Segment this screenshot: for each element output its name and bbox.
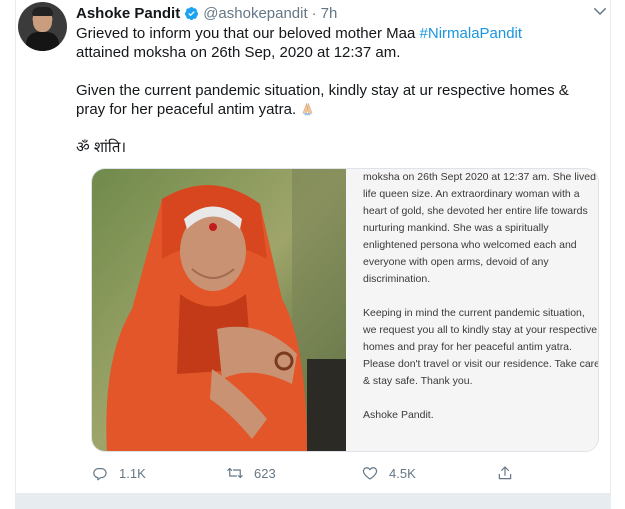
share-icon xyxy=(498,466,512,480)
author-handle[interactable]: @ashokepandit xyxy=(203,5,307,22)
chevron-down-icon[interactable] xyxy=(591,2,609,20)
tweet-timestamp[interactable]: 7h xyxy=(321,5,338,22)
avatar[interactable] xyxy=(18,2,67,51)
letter-signature: Ashoke Pandit. xyxy=(363,409,434,421)
share-button[interactable] xyxy=(496,462,524,484)
tweet-header: Ashoke Pandit @ashokepandit · 7h xyxy=(76,3,337,23)
letter-paragraph-2: Keeping in mind the current pandemic sit… xyxy=(363,307,599,387)
reply-button[interactable]: 1.1K xyxy=(91,462,146,484)
tweet-text-segment: Grieved to inform you that our beloved m… xyxy=(76,25,420,42)
timeline-divider xyxy=(15,493,611,509)
verified-badge-icon xyxy=(185,6,199,20)
reply-count: 1.1K xyxy=(119,465,146,481)
tweet-paragraph-3: ॐ शांति। xyxy=(76,139,127,156)
tweet-text: Grieved to inform you that our beloved m… xyxy=(76,24,596,157)
retweet-icon xyxy=(227,467,243,479)
hashtag-link[interactable]: #NirmalaPandit xyxy=(420,25,523,42)
tweet-text-segment: Given the current pandemic situation, ki… xyxy=(76,82,569,118)
tweet-paragraph-2: Given the current pandemic situation, ki… xyxy=(76,81,596,119)
like-button[interactable]: 4.5K xyxy=(361,462,416,484)
tweet-actions: 1.1K 623 4.5K xyxy=(91,462,521,484)
letter-paragraph-1: moksha on 26th Sept 2020 at 12:37 am. Sh… xyxy=(363,171,596,285)
retweet-button[interactable]: 623 xyxy=(226,462,276,484)
retweet-count: 623 xyxy=(254,465,276,481)
heart-icon xyxy=(362,467,378,480)
tweet-text-segment: attained moksha on 26th Sep, 2020 at 12:… xyxy=(76,44,401,61)
folded-hands-emoji xyxy=(302,103,313,116)
reply-icon xyxy=(93,468,107,481)
tweet-paragraph-1: Grieved to inform you that our beloved m… xyxy=(76,24,596,62)
condolence-letter: moksha on 26th Sept 2020 at 12:37 am. Sh… xyxy=(346,169,599,451)
like-count: 4.5K xyxy=(389,465,416,481)
separator-dot: · xyxy=(311,4,317,22)
portrait-photo xyxy=(92,169,346,451)
tweet-media[interactable]: moksha on 26th Sept 2020 at 12:37 am. Sh… xyxy=(91,168,599,452)
author-name[interactable]: Ashoke Pandit xyxy=(76,5,180,22)
